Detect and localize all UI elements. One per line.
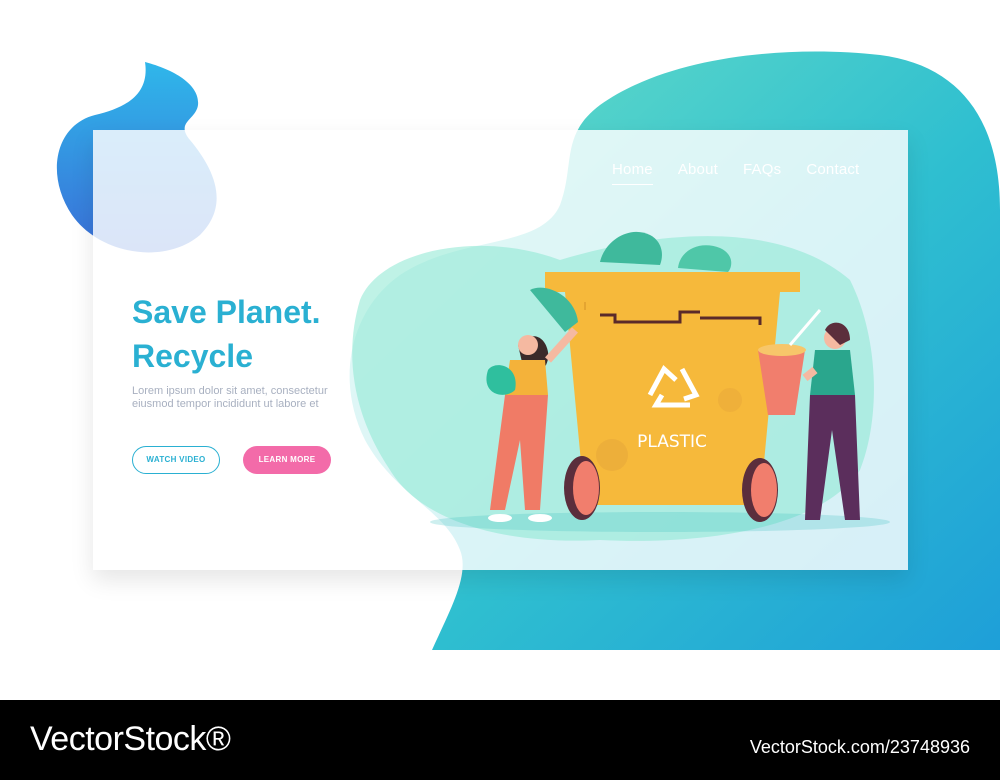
learn-more-button[interactable]: LEARN MORE bbox=[243, 446, 331, 474]
hero-title-line2: Recycle bbox=[132, 338, 253, 374]
watermark-image-id: VectorStock.com/23748936 bbox=[749, 737, 970, 757]
nav-faqs[interactable]: FAQs bbox=[743, 161, 781, 185]
nav-about[interactable]: About bbox=[678, 161, 718, 185]
watermark-footer: VectorStock® VectorStock.com/23748936 bbox=[0, 700, 1000, 780]
landing-page: PLASTIC Home About FAQs Contact Save Pla… bbox=[0, 0, 1000, 780]
nav-home[interactable]: Home bbox=[612, 161, 653, 185]
main-nav: Home About FAQs Contact bbox=[600, 161, 884, 185]
watermark-logo: VectorStock® bbox=[30, 720, 231, 758]
hero-title-line1: Save Planet. bbox=[132, 294, 321, 330]
hero-body-text: Lorem ipsum dolor sit amet, consectetur … bbox=[132, 385, 328, 410]
nav-contact[interactable]: Contact bbox=[806, 161, 859, 185]
watch-video-button[interactable]: WATCH VIDEO bbox=[132, 446, 220, 474]
hero-title: Save Planet. Recycle bbox=[132, 290, 321, 378]
